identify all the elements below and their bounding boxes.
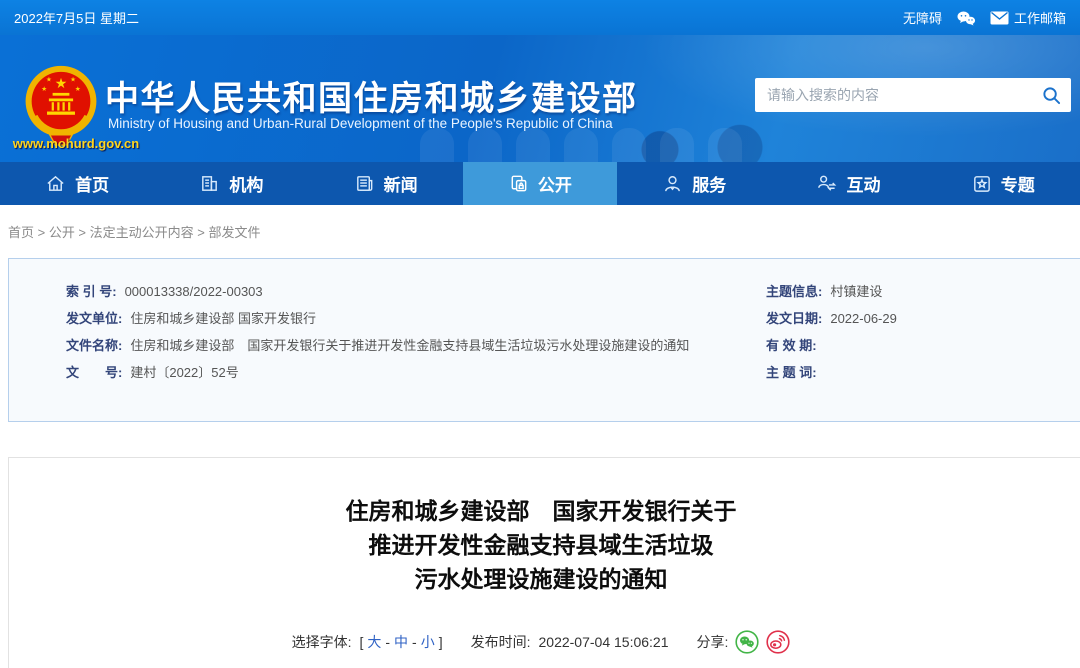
nav-item-home[interactable]: 首页 — [0, 162, 154, 205]
meta-label: 主题信息: — [766, 284, 823, 299]
meta-row-index-number: 索 引 号: 000013338/2022-00303 — [66, 285, 726, 299]
svg-text:★: ★ — [46, 77, 52, 84]
site-url: www.mohurd.gov.cn — [12, 136, 140, 151]
article-box: 住房和城乡建设部 国家开发银行关于 推进开发性金融支持县域生活垃圾 污水处理设施… — [8, 457, 1080, 668]
share-group: 分享: — [697, 630, 791, 654]
meta-label: 索 引 号: — [66, 284, 117, 299]
font-size-selector: 选择字体: [ 大 - 中 - 小 ] — [291, 632, 443, 652]
svg-text:★: ★ — [41, 86, 47, 93]
share-weibo-icon[interactable] — [766, 630, 790, 654]
news-icon — [356, 176, 373, 191]
font-size-large[interactable]: 大 — [365, 632, 383, 652]
accessibility-link[interactable]: 无障碍 — [903, 8, 942, 27]
top-bar: 2022年7月5日 星期二 无障碍 工作邮箱 — [0, 0, 1080, 35]
meta-label: 文件名称: — [66, 338, 123, 353]
document-metadata-box: 索 引 号: 000013338/2022-00303 发文单位: 住房和城乡建… — [8, 258, 1080, 422]
meta-row-keywords: 主 题 词: — [766, 366, 1066, 380]
share-label: 分享: — [696, 634, 729, 650]
site-title-english: Ministry of Housing and Urban-Rural Deve… — [108, 116, 613, 131]
meta-row-topic-info: 主题信息: 村镇建设 — [766, 285, 1066, 299]
font-size-small[interactable]: 小 — [419, 632, 437, 652]
building-icon — [202, 176, 218, 191]
nav-item-topics[interactable]: 专题 — [926, 162, 1080, 205]
font-select-label: 选择字体: — [291, 634, 352, 650]
search-input[interactable] — [755, 87, 1031, 103]
meta-label: 有 效 期: — [766, 338, 817, 353]
mail-icon — [990, 11, 1009, 24]
search-icon — [1042, 86, 1060, 104]
svg-text:★: ★ — [75, 86, 81, 93]
meta-label: 发文日期: — [766, 311, 823, 326]
publish-time-value: 2022-07-04 15:06:21 — [538, 634, 669, 650]
meta-row-validity: 有 效 期: — [766, 339, 1066, 353]
publish-time-group: 发布时间: 2022-07-04 15:06:21 — [471, 632, 669, 652]
nav-item-disclosure[interactable]: 公开 — [462, 162, 618, 205]
nav-item-news[interactable]: 新闻 — [309, 162, 463, 205]
meta-label: 主 题 词: — [766, 365, 817, 380]
meta-row-document-number: 文 号: 建村〔2022〕52号 — [66, 366, 726, 380]
nav-item-service[interactable]: 服务 — [617, 162, 771, 205]
article-title-line3: 污水处理设施建设的通知 — [414, 566, 668, 592]
work-mailbox-link[interactable]: 工作邮箱 — [990, 8, 1066, 27]
article-meta-bar: 选择字体: [ 大 - 中 - 小 ] 发布时间: 2022-07-04 15:… — [9, 630, 1073, 654]
nav-item-org[interactable]: 机构 — [154, 162, 308, 205]
meta-value: 000013338/2022-00303 — [124, 284, 263, 299]
wechat-link[interactable] — [956, 10, 976, 26]
article-title-line1: 住房和城乡建设部 国家开发银行关于 — [345, 498, 737, 524]
page: 2022年7月5日 星期二 无障碍 工作邮箱 ★ ★ ★ ★ ★ www.moh… — [0, 0, 1080, 668]
svg-text:★: ★ — [55, 75, 68, 91]
svg-text:★: ★ — [70, 77, 76, 84]
meta-value: 住房和城乡建设部 国家开发银行 — [130, 311, 316, 326]
meta-row-issue-date: 发文日期: 2022-06-29 — [766, 312, 1066, 326]
search-button[interactable] — [1031, 78, 1071, 112]
meta-value: 2022-06-29 — [830, 311, 897, 326]
meta-row-document-name: 文件名称: 住房和城乡建设部 国家开发银行关于推进开发性金融支持县域生活垃圾污水… — [66, 339, 726, 353]
font-size-medium[interactable]: 中 — [392, 632, 410, 652]
search-box — [755, 78, 1071, 112]
meta-label: 文 号: — [66, 365, 123, 380]
publish-time-label: 发布时间: — [470, 634, 531, 650]
site-title: 中华人民共和国住房和城乡建设部 — [105, 80, 638, 118]
meta-row-issuing-unit: 发文单位: 住房和城乡建设部 国家开发银行 — [66, 312, 726, 326]
current-date: 2022年7月5日 星期二 — [14, 11, 139, 26]
nav-item-interaction[interactable]: 互动 — [771, 162, 925, 205]
site-banner: ★ ★ ★ ★ ★ www.mohurd.gov.cn 中华人民共和国住房和城乡… — [0, 35, 1080, 162]
meta-label: 发文单位: — [66, 311, 123, 326]
interaction-icon — [818, 175, 837, 191]
article-title: 住房和城乡建设部 国家开发银行关于 推进开发性金融支持县域生活垃圾 污水处理设施… — [9, 494, 1073, 596]
meta-value: 建村〔2022〕52号 — [130, 365, 239, 380]
share-wechat-icon[interactable] — [735, 630, 759, 654]
national-emblem-logo: ★ ★ ★ ★ ★ — [25, 65, 97, 146]
meta-value: 住房和城乡建设部 国家开发银行关于推进开发性金融支持县域生活垃圾污水处理设施建设… — [130, 338, 690, 353]
topic-icon — [973, 176, 990, 192]
wechat-icon — [957, 11, 976, 25]
banner-building-arches — [420, 128, 790, 162]
article-title-line2: 推进开发性金融支持县域生活垃圾 — [368, 532, 714, 558]
main-nav: 首页 机构 新闻 公开 服务 互动 专题 — [0, 162, 1080, 205]
meta-value: 村镇建设 — [830, 284, 883, 299]
service-icon — [665, 176, 681, 192]
disclosure-icon — [511, 175, 527, 192]
breadcrumb[interactable]: 首页 > 公开 > 法定主动公开内容 > 部发文件 — [8, 222, 260, 241]
home-icon — [47, 175, 64, 191]
